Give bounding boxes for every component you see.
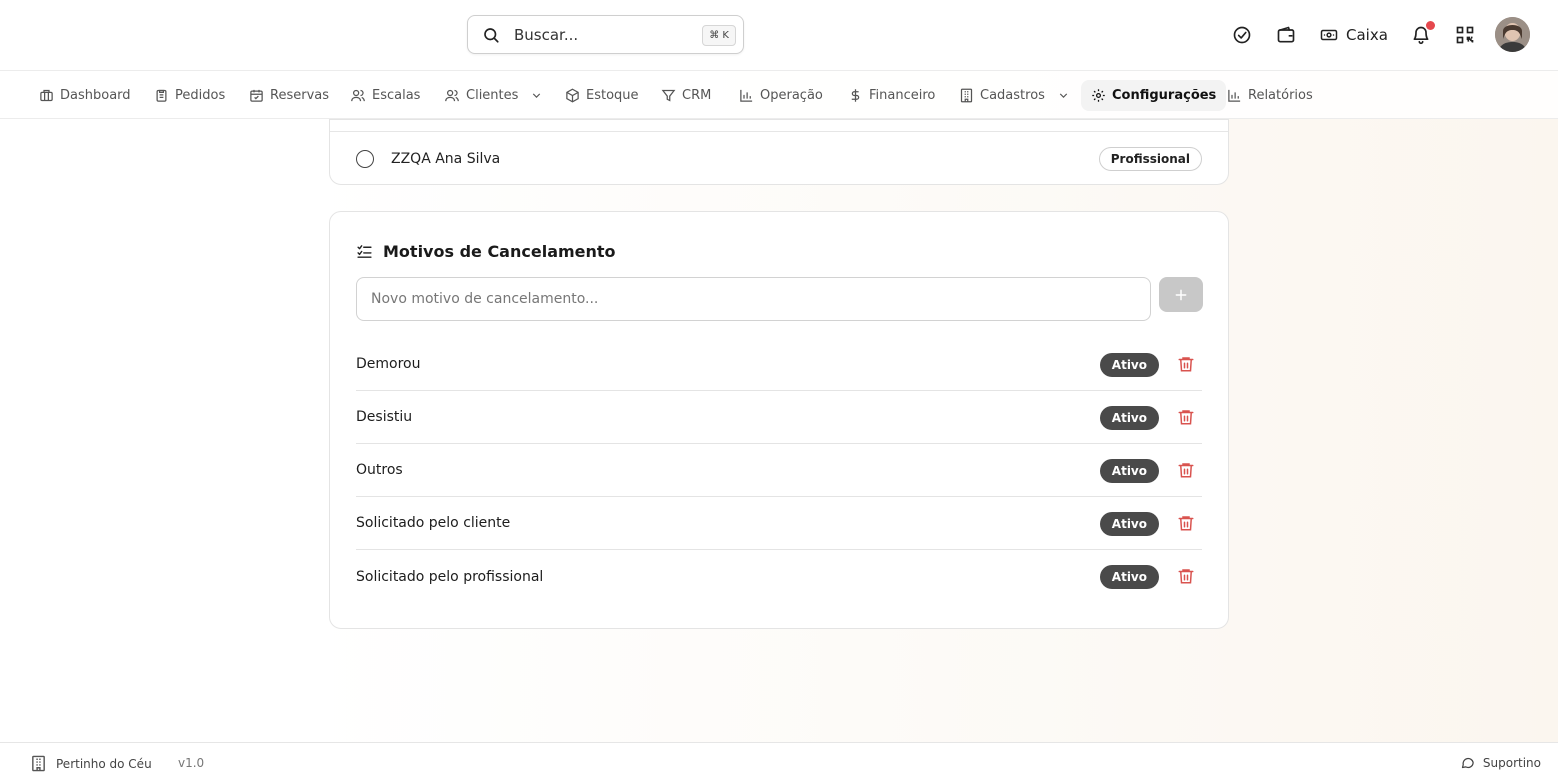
card-title: Motivos de Cancelamento bbox=[356, 242, 616, 261]
cancel-reasons-title: Motivos de Cancelamento bbox=[383, 242, 616, 261]
list-checks-icon bbox=[356, 243, 373, 260]
gear-icon bbox=[1091, 88, 1106, 103]
professionals-card: ZZQA Ana Silva Profissional bbox=[329, 119, 1229, 185]
chat-bubble-icon bbox=[1460, 755, 1475, 770]
footer-brand: Pertinho do Céu bbox=[30, 755, 152, 772]
nav-item-relatorios[interactable]: Relatórios bbox=[1217, 80, 1323, 111]
caixa-label: Caixa bbox=[1346, 26, 1388, 44]
add-reason-button[interactable] bbox=[1159, 277, 1203, 312]
trash-icon[interactable] bbox=[1177, 355, 1195, 373]
main-navigation: Dashboard Pedidos Reservas Escalas Clien… bbox=[0, 70, 1558, 119]
wallet-icon[interactable] bbox=[1275, 24, 1297, 46]
bar-chart-icon bbox=[739, 88, 754, 103]
bar-chart-icon bbox=[1227, 88, 1242, 103]
top-header: Buscar... ⌘ K Caixa bbox=[0, 0, 1558, 70]
divider bbox=[330, 131, 1228, 132]
nav-item-reservas[interactable]: Reservas bbox=[239, 80, 339, 111]
search-icon bbox=[482, 26, 500, 44]
professional-name: ZZQA Ana Silva bbox=[391, 151, 501, 167]
status-badge: Ativo bbox=[1099, 565, 1159, 589]
professional-badge: Profissional bbox=[1098, 147, 1202, 171]
avatar[interactable] bbox=[1495, 17, 1530, 52]
reason-label: Solicitado pelo profissional bbox=[356, 568, 544, 585]
chevron-down-icon bbox=[530, 89, 543, 102]
nav-item-clientes[interactable]: Clientes bbox=[434, 80, 553, 111]
reason-row: Desistiu Ativo bbox=[356, 391, 1202, 444]
reason-row: Outros Ativo bbox=[356, 444, 1202, 497]
trash-icon[interactable] bbox=[1177, 567, 1195, 585]
package-icon bbox=[565, 88, 580, 103]
reason-row: Demorou Ativo bbox=[356, 338, 1202, 391]
trash-icon[interactable] bbox=[1177, 514, 1195, 532]
reason-row: Solicitado pelo profissional Ativo bbox=[356, 550, 1202, 603]
reason-label: Demorou bbox=[356, 356, 421, 372]
dashboard-icon bbox=[39, 88, 54, 103]
calendar-check-icon bbox=[249, 88, 264, 103]
search-shortcut-badge: ⌘ K bbox=[702, 25, 736, 46]
nav-item-operacao[interactable]: Operação bbox=[729, 80, 833, 111]
status-badge: Ativo bbox=[1099, 512, 1159, 536]
reason-label: Solicitado pelo cliente bbox=[356, 515, 511, 531]
app-version: v1.0 bbox=[178, 756, 205, 770]
check-circle-icon[interactable] bbox=[1231, 24, 1253, 46]
reason-row: Solicitado pelo cliente Ativo bbox=[356, 497, 1202, 550]
cancel-reasons-card: Motivos de Cancelamento Demorou Ativo De… bbox=[329, 211, 1229, 629]
status-badge: Ativo bbox=[1099, 406, 1159, 430]
nav-item-configuracoes[interactable]: Configurações bbox=[1081, 80, 1227, 111]
plus-icon bbox=[1174, 288, 1188, 302]
nav-item-pedidos[interactable]: Pedidos bbox=[144, 80, 235, 111]
caixa-button[interactable]: Caixa bbox=[1320, 22, 1388, 48]
nav-item-escalas[interactable]: Escalas bbox=[340, 80, 430, 111]
qr-code-icon[interactable] bbox=[1454, 24, 1476, 46]
reason-label: Outros bbox=[356, 462, 403, 478]
brand-name: Pertinho do Céu bbox=[56, 756, 152, 771]
trash-icon[interactable] bbox=[1177, 408, 1195, 426]
professional-radio[interactable] bbox=[356, 150, 374, 168]
funnel-icon bbox=[661, 88, 676, 103]
status-badge: Ativo bbox=[1099, 353, 1159, 377]
nav-item-dashboard[interactable]: Dashboard bbox=[29, 80, 141, 111]
search-input[interactable]: Buscar... bbox=[514, 26, 578, 44]
new-reason-input[interactable] bbox=[356, 277, 1151, 321]
dollar-icon bbox=[848, 88, 863, 103]
footer: Pertinho do Céu v1.0 Suportino bbox=[0, 742, 1558, 784]
notification-dot bbox=[1426, 21, 1435, 30]
reason-label: Desistiu bbox=[356, 409, 413, 425]
nav-item-crm[interactable]: CRM bbox=[651, 80, 721, 111]
cash-icon bbox=[1320, 26, 1338, 44]
chevron-down-icon bbox=[1057, 89, 1070, 102]
nav-item-financeiro[interactable]: Financeiro bbox=[838, 80, 945, 111]
clipboard-icon bbox=[154, 88, 169, 103]
support-link[interactable]: Suportino bbox=[1460, 755, 1541, 770]
trash-icon[interactable] bbox=[1177, 461, 1195, 479]
users-icon bbox=[350, 88, 366, 103]
status-badge: Ativo bbox=[1099, 459, 1159, 483]
users-icon bbox=[444, 88, 460, 103]
nav-item-cadastros[interactable]: Cadastros bbox=[949, 80, 1080, 111]
building-icon bbox=[30, 755, 47, 772]
nav-item-estoque[interactable]: Estoque bbox=[555, 80, 649, 111]
search-box[interactable]: Buscar... ⌘ K bbox=[467, 15, 744, 54]
building-icon bbox=[959, 88, 974, 103]
